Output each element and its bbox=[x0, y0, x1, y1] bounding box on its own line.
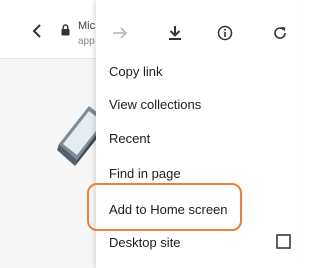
menu-item-desktop-site[interactable]: Desktop site bbox=[109, 235, 181, 250]
menu-item-view-collections[interactable]: View collections bbox=[109, 97, 201, 112]
refresh-icon bbox=[274, 26, 286, 39]
refresh-button[interactable] bbox=[265, 12, 295, 54]
lock-icon bbox=[61, 24, 70, 36]
url-title: Mic bbox=[78, 20, 96, 32]
menu-item-recent[interactable]: Recent bbox=[109, 131, 150, 146]
address-bar[interactable]: Mic app bbox=[0, 0, 96, 59]
menu-item-find-in-page[interactable]: Find in page bbox=[109, 166, 181, 181]
forward-icon bbox=[113, 27, 128, 39]
desktop-site-checkbox[interactable] bbox=[276, 234, 291, 249]
download-button[interactable] bbox=[160, 12, 190, 54]
highlight-outline bbox=[87, 183, 242, 231]
page-info-button[interactable] bbox=[210, 12, 240, 54]
menu-toolbar bbox=[96, 12, 301, 54]
url-subtitle: app bbox=[78, 36, 95, 47]
download-icon bbox=[169, 26, 181, 40]
menu-item-copy-link[interactable]: Copy link bbox=[109, 64, 162, 79]
forward-button[interactable] bbox=[105, 12, 135, 54]
info-icon bbox=[217, 25, 233, 41]
back-arrow-icon[interactable] bbox=[30, 23, 44, 39]
